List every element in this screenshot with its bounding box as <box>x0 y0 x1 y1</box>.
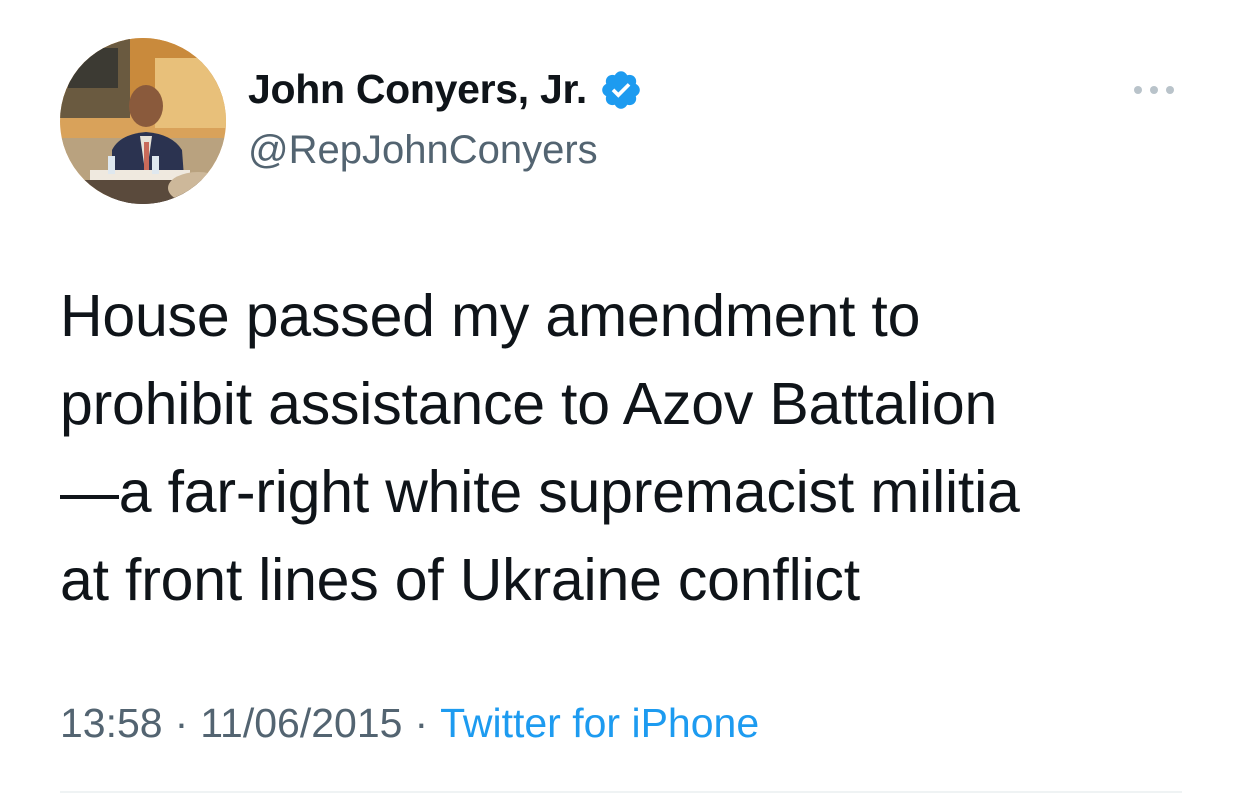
author-display-name[interactable]: John Conyers, Jr. <box>248 66 587 113</box>
tweet-time[interactable]: 13:58 <box>60 700 163 746</box>
tweet-source-link[interactable]: Twitter for iPhone <box>440 700 759 746</box>
more-options-button[interactable] <box>1124 70 1184 110</box>
tweet-body-text: House passed my amendment to prohibit as… <box>60 283 1020 613</box>
divider <box>60 791 1182 793</box>
tweet-metadata: 13:58 · 11/06/2015 · Twitter for iPhone <box>60 700 759 747</box>
verified-badge-icon <box>599 68 643 112</box>
avatar-photo-icon <box>60 38 226 204</box>
meta-separator: · <box>414 700 429 746</box>
author-name-row: John Conyers, Jr. <box>248 66 643 113</box>
avatar[interactable] <box>60 38 226 204</box>
author-handle[interactable]: @RepJohnConyers <box>248 128 598 173</box>
tweet-card: John Conyers, Jr. @RepJohnConyers House … <box>0 0 1242 794</box>
more-options-icon <box>1134 86 1174 94</box>
meta-separator: · <box>174 700 189 746</box>
tweet-date[interactable]: 11/06/2015 <box>200 700 402 746</box>
